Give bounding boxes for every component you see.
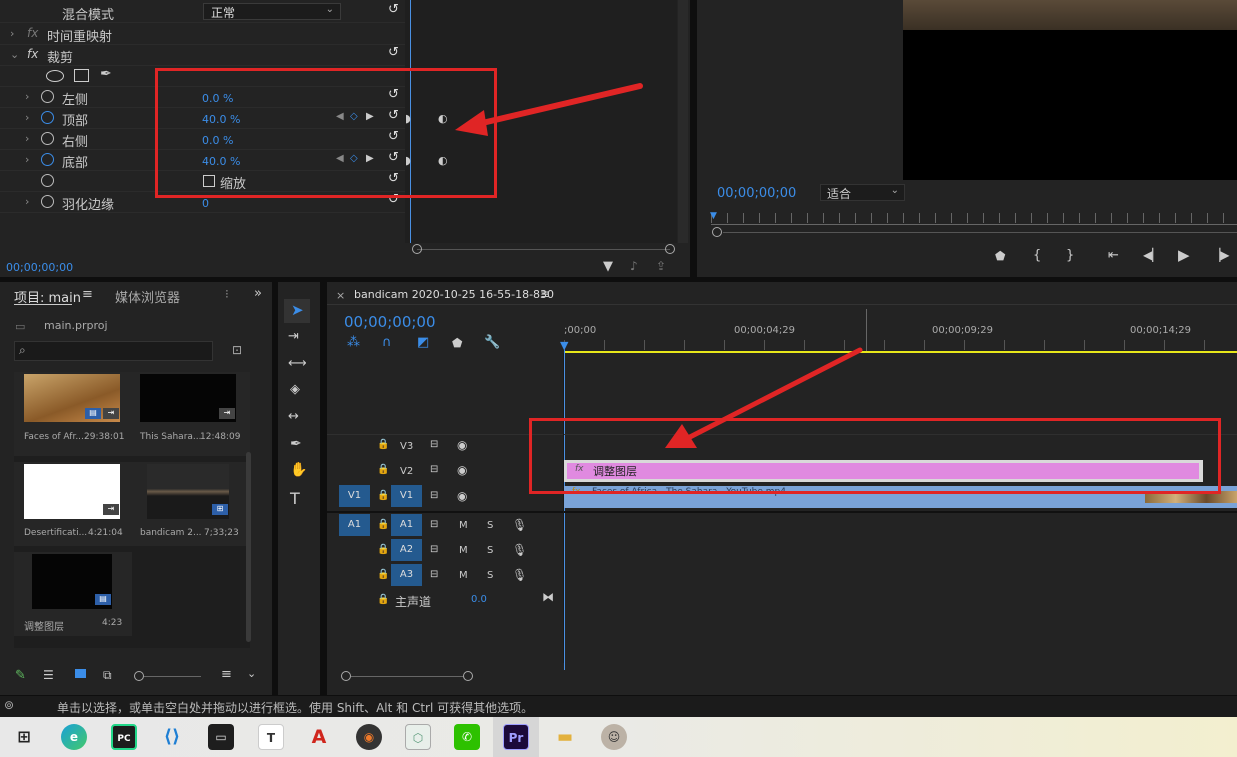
annotation-arrows (455, 83, 863, 448)
cloud-icon[interactable]: ⊚ (4, 698, 14, 712)
pycharm-icon[interactable]: PC (111, 724, 137, 750)
avatar-icon[interactable]: ☺ (601, 724, 627, 750)
typora-icon[interactable]: T (258, 724, 284, 750)
status-bar: ⊚ 单击以选择，或单击空白处并拖动以进行框选。使用 Shift、Alt 和 Ct… (0, 696, 1237, 717)
annotation-arrow (685, 347, 863, 441)
app-icon[interactable]: ⬡ (405, 724, 431, 750)
premiere-icon[interactable]: Pr (503, 724, 529, 750)
annotation-arrow (475, 83, 643, 127)
terminal-icon[interactable]: ▭ (208, 724, 234, 750)
edge-icon[interactable]: e (61, 724, 87, 750)
arrow-head (455, 110, 488, 136)
acrobat-icon[interactable]: A (306, 724, 332, 750)
wechat-icon[interactable]: ✆ (454, 724, 480, 750)
status-text: 单击以选择，或单击空白处并拖动以进行框选。使用 Shift、Alt 和 Ctrl… (57, 701, 534, 715)
music-icon[interactable]: ◉ (356, 724, 382, 750)
files-icon[interactable]: ▬ (552, 724, 578, 750)
windows-taskbar: ⊞ e PC ⟨⟩ ▭ T A ◉ ⬡ ✆ Pr ▬ ☺ (0, 717, 1237, 757)
vscode-icon[interactable]: ⟨⟩ (159, 724, 185, 750)
windows-start-icon[interactable]: ⊞ (11, 724, 37, 750)
